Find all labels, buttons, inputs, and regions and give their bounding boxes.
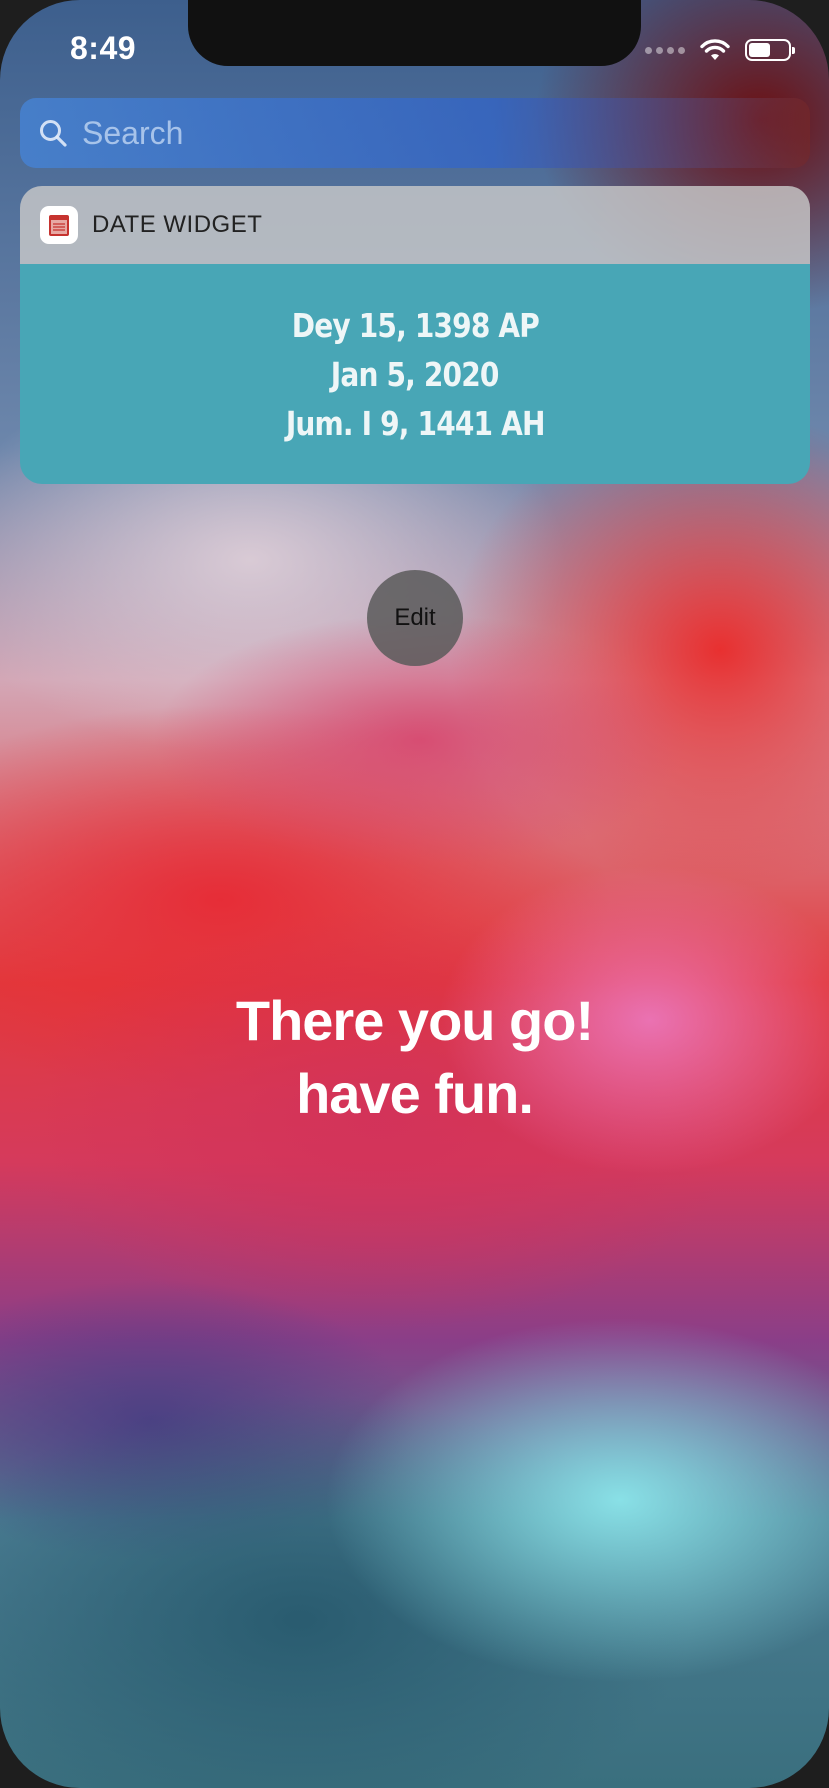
widget-title: DATE WIDGET xyxy=(92,211,263,238)
welcome-message: There you go! have fun. xyxy=(0,985,829,1131)
status-time: 8:49 xyxy=(70,30,137,66)
message-line-1: There you go! xyxy=(235,989,594,1052)
phone-screen: 8:49 Search DATE WIDGET Dey 15, 1398 AP … xyxy=(0,0,829,1788)
widget-body[interactable]: Dey 15, 1398 AP Jan 5, 2020 Jum. I 9, 14… xyxy=(20,264,810,484)
date-widget[interactable]: DATE WIDGET Dey 15, 1398 AP Jan 5, 2020 … xyxy=(20,186,810,484)
wifi-icon xyxy=(700,39,730,60)
signal-icon xyxy=(645,46,685,54)
device-notch xyxy=(188,0,641,66)
date-gregorian: Jan 5, 2020 xyxy=(331,354,500,394)
date-hijri: Jum. I 9, 1441 AH xyxy=(285,403,546,443)
message-line-2: have fun. xyxy=(296,1061,534,1125)
search-bar[interactable]: Search xyxy=(20,98,810,168)
edit-button[interactable]: Edit xyxy=(367,570,463,666)
status-indicators xyxy=(645,38,795,62)
widget-header[interactable]: DATE WIDGET xyxy=(20,186,810,264)
battery-icon xyxy=(745,39,795,61)
calendar-icon xyxy=(40,206,78,244)
search-placeholder: Search xyxy=(82,114,184,151)
search-icon xyxy=(40,120,67,147)
date-persian: Dey 15, 1398 AP xyxy=(291,305,539,345)
battery-level-fill xyxy=(749,43,770,57)
